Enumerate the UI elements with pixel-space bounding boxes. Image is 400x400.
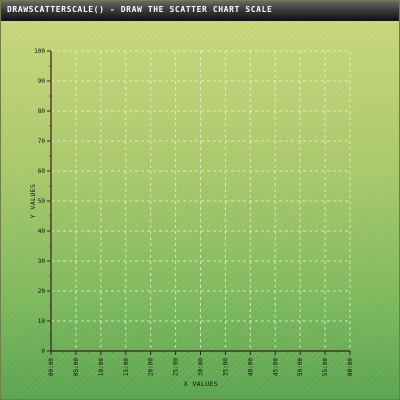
x-tick-label: 10:00: [98, 358, 105, 376]
y-tick-label: 100: [34, 48, 45, 55]
x-tick-label: 45:00: [272, 358, 279, 376]
y-tick-label: 50: [38, 198, 46, 205]
axes: [47, 50, 351, 355]
minor-ticks: [49, 65, 339, 353]
y-tick-label: 70: [38, 138, 46, 145]
x-tick-label: 30:00: [198, 358, 205, 376]
x-tick-label: 40:00: [247, 358, 254, 376]
x-tick-label: 00:00: [347, 358, 354, 376]
x-tick-label: 20:00: [148, 358, 155, 376]
scatter-chart: 0 10 20 30 40 50 60 70 80 90 100 00:00 05:00 10:00 15:…: [29, 48, 354, 388]
chart-frame: DRAWSCATTERSCALE() - DRAW THE SCATTER CH…: [0, 0, 400, 400]
x-tick-label: 15:00: [123, 358, 130, 376]
y-axis-label: Y VALUES: [29, 184, 37, 219]
x-tick-label: 55:00: [322, 358, 329, 376]
y-tick-label: 60: [38, 168, 46, 175]
y-tick-label: 20: [38, 288, 46, 295]
grid-layer: [51, 50, 351, 351]
x-tick-label: 50:00: [297, 358, 304, 376]
tick-labels: 0 10 20 30 40 50 60 70 80 90 100 00:00 05:00 10:00 15:…: [34, 48, 354, 376]
x-axis-label: X VALUES: [184, 380, 219, 388]
y-tick-label: 30: [38, 258, 46, 265]
y-tick-label: 80: [38, 108, 46, 115]
x-tick-label: 00:00: [48, 358, 55, 376]
x-tick-label: 25:00: [173, 358, 180, 376]
x-tick-label: 05:00: [73, 358, 80, 376]
y-tick-label: 90: [38, 78, 46, 85]
y-tick-label: 10: [38, 318, 46, 325]
y-tick-label: 0: [41, 348, 45, 355]
y-tick-label: 40: [38, 228, 46, 235]
x-tick-label: 35:00: [222, 358, 229, 376]
